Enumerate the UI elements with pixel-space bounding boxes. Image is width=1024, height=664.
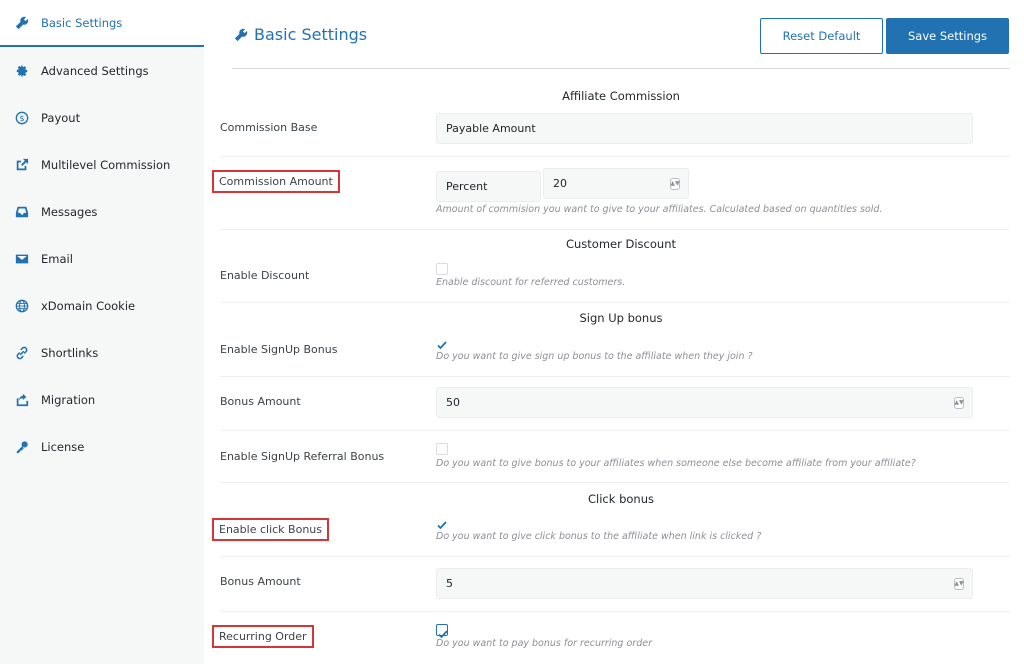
link-icon	[15, 346, 29, 360]
divider	[220, 229, 1010, 230]
save-settings-button[interactable]: Save Settings	[886, 18, 1009, 54]
enable-click-bonus-help: Do you want to give click bonus to the a…	[436, 531, 762, 542]
recurring-order-checkbox[interactable]	[436, 624, 448, 639]
enable-discount-checkbox[interactable]	[436, 263, 448, 275]
sidebar-item-label: Multilevel Commission	[41, 158, 171, 172]
sidebar-item-shortlinks[interactable]: Shortlinks	[0, 330, 204, 376]
inbox-icon	[15, 205, 29, 219]
section-title-affiliate-commission: Affiliate Commission	[562, 89, 680, 103]
signup-bonus-amount-label: Bonus Amount	[220, 395, 301, 408]
enable-discount-label: Enable Discount	[220, 269, 310, 282]
enable-signup-referral-bonus-checkbox[interactable]	[436, 443, 448, 455]
enable-signup-bonus-label: Enable SignUp Bonus	[220, 343, 338, 356]
divider	[220, 482, 1010, 483]
dollar-icon: $	[15, 111, 29, 125]
divider	[220, 556, 1010, 557]
enable-discount-help: Enable discount for referred customers.	[436, 277, 626, 288]
sidebar-item-multilevel-commission[interactable]: Multilevel Commission	[0, 142, 204, 188]
sidebar-item-label: Messages	[41, 205, 98, 219]
number-spinner-icon[interactable]: ▲▼	[954, 577, 964, 590]
envelope-icon	[15, 252, 29, 266]
signup-bonus-amount-input[interactable]: 50 ▲▼	[436, 387, 973, 418]
key-icon	[15, 440, 29, 454]
commission-base-value: Payable Amount	[446, 122, 536, 135]
export-icon	[15, 393, 29, 407]
sidebar-item-label: Advanced Settings	[41, 64, 149, 78]
divider	[232, 68, 1010, 69]
page-title: Basic Settings	[234, 25, 367, 44]
divider	[220, 156, 1010, 157]
divider	[220, 611, 1010, 612]
page-title-text: Basic Settings	[254, 25, 368, 44]
sidebar-item-label: Basic Settings	[41, 15, 123, 30]
divider	[220, 430, 1010, 431]
globe-icon	[15, 299, 29, 313]
section-title-customer-discount: Customer Discount	[565, 237, 676, 251]
commission-amount-value: 20	[553, 177, 567, 190]
sidebar-item-migration[interactable]: Migration	[0, 377, 204, 423]
section-title-click-bonus: Click bonus	[588, 492, 654, 506]
commission-amount-label: Commission Amount	[212, 170, 340, 193]
click-bonus-amount-label: Bonus Amount	[220, 575, 301, 588]
enable-signup-bonus-help: Do you want to give sign up bonus to the…	[436, 351, 753, 362]
enable-signup-referral-bonus-help: Do you want to give bonus to your affili…	[436, 458, 916, 469]
click-bonus-amount-input[interactable]: 5 ▲▼	[436, 568, 973, 599]
commission-base-select[interactable]: Payable Amount	[436, 113, 973, 144]
signup-bonus-amount-value: 50	[446, 396, 460, 409]
wrench-icon	[234, 28, 248, 41]
click-bonus-amount-value: 5	[446, 577, 453, 590]
sidebar-item-payout[interactable]: $ Payout	[0, 95, 204, 141]
commission-amount-help: Amount of commision you want to give to …	[436, 204, 883, 215]
sidebar-item-xdomain-cookie[interactable]: xDomain Cookie	[0, 283, 204, 329]
sidebar-item-label: Email	[41, 252, 73, 266]
number-spinner-icon[interactable]: ▲▼	[954, 396, 964, 409]
recurring-order-label: Recurring Order	[212, 625, 314, 648]
sidebar-item-license[interactable]: License	[0, 424, 204, 470]
sidebar-item-messages[interactable]: Messages	[0, 189, 204, 235]
enable-click-bonus-checkbox[interactable]	[436, 516, 448, 530]
sidebar-item-label: Payout	[41, 111, 81, 125]
settings-panel: Basic Settings Reset Default Save Settin…	[204, 0, 1024, 664]
enable-click-bonus-label: Enable click Bonus	[212, 518, 329, 541]
external-link-icon	[15, 158, 29, 172]
svg-text:$: $	[19, 114, 24, 123]
divider	[220, 302, 1010, 303]
sidebar-item-basic-settings[interactable]: Basic Settings	[0, 0, 204, 47]
wrench-icon	[15, 16, 29, 30]
checkmark-icon	[437, 341, 447, 350]
sidebar-item-advanced-settings[interactable]: Advanced Settings	[0, 48, 204, 94]
commission-type-select[interactable]: Percent	[436, 171, 541, 202]
recurring-order-help: Do you want to pay bonus for recurring o…	[436, 638, 652, 649]
sidebar: Basic Settings Advanced Settings $ Payou…	[0, 0, 204, 664]
enable-signup-bonus-checkbox[interactable]	[436, 336, 448, 350]
sidebar-item-label: Migration	[41, 393, 96, 407]
reset-default-button[interactable]: Reset Default	[760, 18, 883, 54]
commission-type-value: Percent	[446, 180, 488, 193]
divider	[220, 376, 1010, 377]
number-spinner-icon[interactable]: ▲▼	[670, 177, 680, 190]
commission-base-label: Commission Base	[220, 121, 318, 134]
commission-amount-input[interactable]: 20 ▲▼	[543, 168, 689, 199]
section-title-signup-bonus: Sign Up bonus	[579, 311, 663, 325]
sidebar-item-email[interactable]: Email	[0, 236, 204, 282]
gear-icon	[15, 64, 29, 78]
checkmark-icon	[437, 521, 447, 530]
sidebar-item-label: xDomain Cookie	[41, 299, 136, 313]
enable-signup-referral-bonus-label: Enable SignUp Referral Bonus	[220, 450, 385, 463]
sidebar-item-label: License	[41, 440, 85, 454]
sidebar-item-label: Shortlinks	[41, 346, 99, 360]
